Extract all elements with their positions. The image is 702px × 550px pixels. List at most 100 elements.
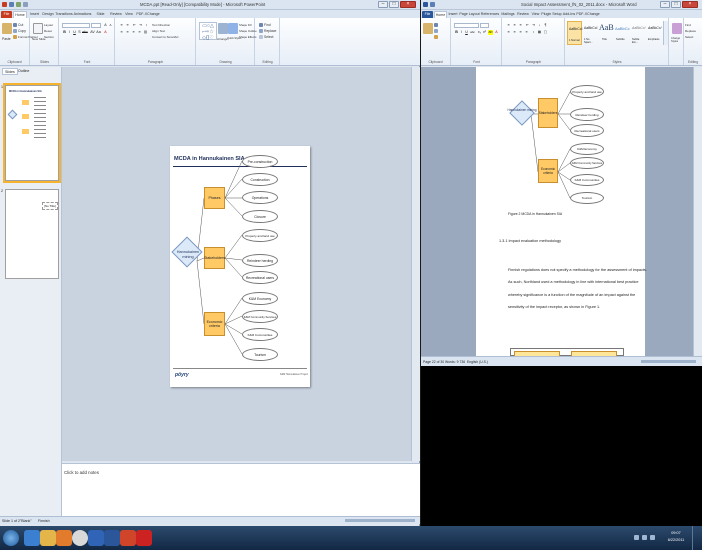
word-line-spacing-icon[interactable]: ↕ bbox=[531, 30, 536, 35]
save-icon[interactable] bbox=[9, 2, 14, 7]
oval-reindeer-herding[interactable]: Reindeer herding bbox=[242, 254, 278, 267]
oval-recreational-users[interactable]: Recreational users bbox=[242, 271, 278, 284]
word-tab-home[interactable]: Home bbox=[434, 11, 447, 18]
economic-criteria-box[interactable]: Economic criteria bbox=[204, 312, 225, 336]
increase-indent-icon[interactable]: ⇥ bbox=[138, 23, 143, 28]
paragraph-line-1[interactable]: Finnish regulations does not specify a m… bbox=[508, 268, 647, 272]
pilcrow-icon[interactable]: ¶ bbox=[543, 23, 548, 28]
shape-effects-button[interactable]: Shape Effects bbox=[239, 35, 256, 39]
zoom-slider[interactable] bbox=[345, 519, 415, 522]
word-justify-icon[interactable]: ≡ bbox=[524, 30, 529, 35]
font-color-button[interactable]: A bbox=[103, 30, 108, 35]
powerpoint-icon[interactable] bbox=[120, 530, 136, 546]
doc-economic-box[interactable]: Economic criteria bbox=[538, 159, 558, 183]
word-find-button[interactable]: Find bbox=[685, 23, 691, 27]
style-emphasis[interactable]: AaBbCcI Emphasis bbox=[647, 21, 662, 45]
start-button[interactable] bbox=[3, 530, 19, 546]
slide-canvas[interactable]: MCDA in Hannukainen SIA Hannukainen mini… bbox=[170, 146, 310, 387]
clock-date[interactable]: 6/22/2011 bbox=[664, 538, 688, 542]
slide-thumbnail-2[interactable]: [No Title] bbox=[5, 189, 59, 279]
numbering-icon[interactable]: ≡ bbox=[125, 23, 130, 28]
shape-fill-button[interactable]: Shape Fill bbox=[239, 23, 251, 27]
word-tab-review[interactable]: Review bbox=[516, 11, 530, 18]
paragraph-line-2[interactable]: As such, Northland used a methodology in… bbox=[508, 280, 638, 284]
text-direction-button[interactable]: Text Direction bbox=[152, 23, 170, 27]
word-bullets-icon[interactable]: ≡ bbox=[506, 23, 511, 28]
style-subtle-emphasis[interactable]: AaBbCcI Subtle Em... bbox=[631, 21, 646, 45]
word-paste-icon[interactable] bbox=[423, 23, 433, 34]
align-text-button[interactable]: Align Text bbox=[152, 29, 165, 33]
styles-gallery-scroll[interactable] bbox=[663, 21, 668, 45]
change-styles-icon[interactable] bbox=[672, 23, 682, 34]
oval-km-communities[interactable]: K&M Communities bbox=[242, 328, 278, 341]
strikethrough-button[interactable]: abc bbox=[82, 30, 88, 35]
close-button[interactable]: × bbox=[400, 1, 416, 8]
word-vertical-scrollbar[interactable] bbox=[693, 67, 702, 356]
word-minimize-button[interactable]: – bbox=[660, 1, 670, 8]
arrange-icon[interactable] bbox=[218, 23, 228, 34]
tab-animations[interactable]: Animations bbox=[73, 11, 92, 18]
document-page[interactable]: Hannukainen mining Stakeholders Economic… bbox=[476, 67, 647, 357]
tab-pdf-xchange[interactable]: PDF-XChange 4 bbox=[136, 11, 160, 23]
justify-icon[interactable]: ≡ bbox=[137, 30, 142, 35]
word-maximize-button[interactable]: □ bbox=[671, 1, 681, 8]
tab-insert[interactable]: Insert bbox=[28, 11, 41, 18]
notes-pane[interactable]: Click to add notes bbox=[62, 463, 420, 516]
maximize-button[interactable]: □ bbox=[389, 1, 399, 8]
oval-tourism[interactable]: Tourism bbox=[242, 348, 278, 361]
show-desktop-button[interactable] bbox=[692, 526, 702, 550]
word-superscript-button[interactable]: x² bbox=[482, 30, 487, 35]
minimize-button[interactable]: – bbox=[378, 1, 388, 8]
oval-pre-construction[interactable]: Pre-construction bbox=[242, 155, 278, 168]
word-tab-insert[interactable]: Insert bbox=[447, 11, 459, 18]
oval-closure[interactable]: Closure bbox=[242, 210, 278, 223]
document-area[interactable]: Hannukainen mining Stakeholders Economic… bbox=[421, 67, 693, 357]
word-tab-mailings[interactable]: Mailings bbox=[500, 11, 516, 18]
spacing-button[interactable]: AV bbox=[90, 30, 95, 35]
word-app-icon[interactable] bbox=[423, 2, 428, 7]
word-close-button[interactable]: × bbox=[682, 1, 698, 8]
select-button[interactable]: Select bbox=[259, 35, 273, 40]
word-tab-add-ins[interactable]: Add-Ins bbox=[562, 11, 576, 18]
undo-icon[interactable] bbox=[16, 2, 21, 7]
oval-km-community-services[interactable]: K&M Community Services bbox=[242, 310, 278, 323]
replace-button[interactable]: Replace bbox=[259, 29, 276, 34]
quick-styles-icon[interactable] bbox=[228, 23, 238, 34]
oval-property-land-use[interactable]: Property and land use bbox=[242, 229, 278, 242]
outlook-icon[interactable] bbox=[88, 530, 104, 546]
style-subtitle[interactable]: AaBbCc Subtitle bbox=[615, 21, 630, 45]
media-player-icon[interactable] bbox=[56, 530, 72, 546]
font-size-box[interactable] bbox=[91, 23, 101, 28]
tab-design[interactable]: Design bbox=[41, 11, 55, 18]
chrome-icon[interactable] bbox=[72, 530, 88, 546]
paragraph-line-3[interactable]: whereby significance is a function of th… bbox=[508, 293, 635, 297]
sort-icon[interactable]: ↓ bbox=[537, 23, 542, 28]
tab-transitions[interactable]: Transitions bbox=[55, 11, 73, 18]
bullets-icon[interactable]: ≡ bbox=[119, 23, 124, 28]
word-strikethrough-button[interactable]: abc bbox=[470, 30, 475, 35]
new-slide-icon[interactable] bbox=[33, 23, 43, 34]
decrease-indent-icon[interactable]: ⇤ bbox=[132, 23, 137, 28]
shading-icon[interactable]: ▦ bbox=[537, 30, 542, 35]
align-center-icon[interactable]: ≡ bbox=[125, 30, 130, 35]
shapes-gallery[interactable]: ▭○△ ⌐⇨☆ ◇{}♡ bbox=[199, 22, 217, 41]
section-heading[interactable]: 1.3.1 Impact evaluation methodology bbox=[499, 239, 561, 243]
word-multilevel-icon[interactable]: ≡ bbox=[518, 23, 523, 28]
word-cut-icon[interactable] bbox=[434, 23, 439, 28]
word-tab-plugin-setup[interactable]: Plugin Setup bbox=[541, 11, 562, 18]
word-replace-button[interactable]: Replace bbox=[685, 29, 696, 33]
reset-button[interactable]: Reset bbox=[44, 29, 52, 33]
tab-home[interactable]: Home bbox=[13, 11, 27, 18]
tab-slide-show[interactable]: Slide Show bbox=[92, 11, 109, 23]
doc-oval-property[interactable]: Property and land use bbox=[570, 85, 604, 98]
word-zoom-slider[interactable] bbox=[641, 360, 696, 363]
oval-km-economy[interactable]: K&M Economy bbox=[242, 292, 278, 305]
word-tab-file[interactable]: File bbox=[422, 11, 433, 18]
doc-oval-reindeer[interactable]: Reindeer herding bbox=[570, 108, 604, 121]
tray-arrow-icon[interactable] bbox=[634, 535, 639, 540]
font-name-box[interactable] bbox=[62, 23, 90, 28]
cut-button[interactable]: Cut bbox=[13, 23, 23, 28]
tab-view[interactable]: View bbox=[123, 11, 135, 18]
change-case-button[interactable]: Aa bbox=[96, 30, 101, 35]
word-underline-button[interactable]: U bbox=[464, 30, 469, 35]
